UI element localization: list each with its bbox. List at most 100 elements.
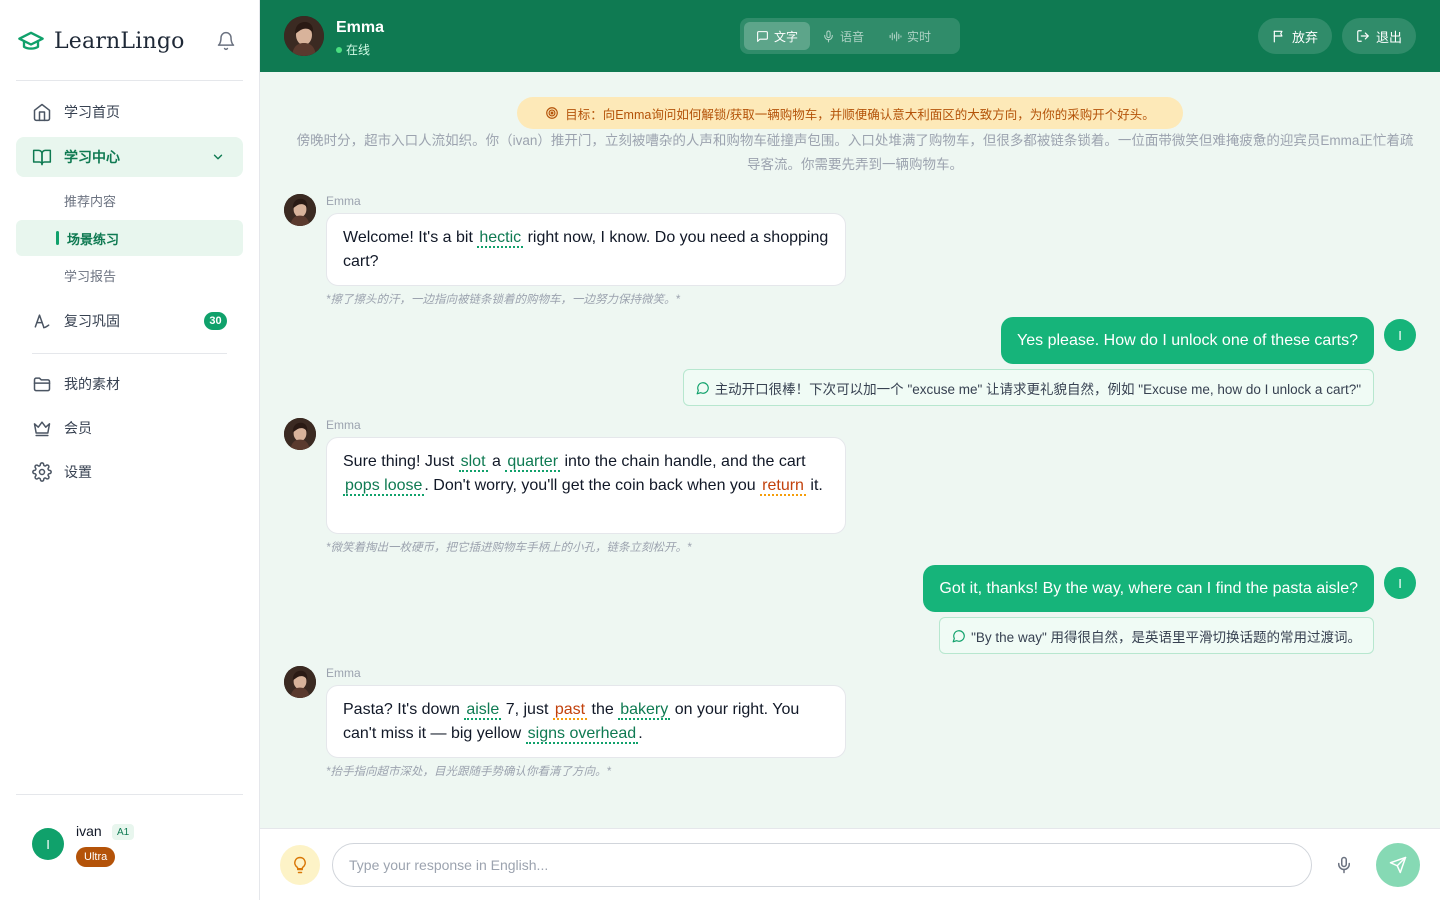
nav-recommended[interactable]: 推荐内容 <box>16 182 243 218</box>
nav-recommended-label: 推荐内容 <box>64 193 117 209</box>
composer <box>260 828 1440 900</box>
nav-review[interactable]: 复习巩固 30 <box>16 301 243 341</box>
send-button[interactable] <box>1376 843 1420 887</box>
goal-text: 目标：向Emma询问如何解锁/获取一辆购物车，并顺便确认意大利面区的大致方向，为… <box>565 107 1155 122</box>
mode-text-label: 文字 <box>774 29 799 44</box>
home-icon <box>32 102 52 122</box>
message-text: into the chain handle, and the cart <box>560 453 806 470</box>
character-name: Emma <box>336 19 385 36</box>
crown-icon <box>32 418 52 438</box>
message-text: the <box>587 701 619 718</box>
nav-materials[interactable]: 我的素材 <box>16 364 243 404</box>
vocab-word[interactable]: pops loose <box>343 477 425 496</box>
message-icon <box>757 30 768 42</box>
user-card[interactable]: I ivan A1 Ultra <box>16 794 243 900</box>
nav-report-label: 学习报告 <box>64 268 117 284</box>
nav-membership-label: 会员 <box>64 420 92 436</box>
exit-button[interactable]: 退出 <box>1342 18 1417 54</box>
audio-wave-icon <box>889 31 902 41</box>
microphone-icon[interactable] <box>1332 853 1356 877</box>
speaker-label: Emma <box>326 666 361 680</box>
mode-voice-button[interactable]: 语音 <box>810 22 876 50</box>
chat-area: 目标：向Emma询问如何解锁/获取一辆购物车，并顺便确认意大利面区的大致方向，为… <box>260 72 1440 828</box>
lightbulb-icon <box>294 856 306 874</box>
vocab-word[interactable]: aisle <box>464 701 502 720</box>
action-note: *微笑着掏出一枚硬币，把它插进购物车手柄上的小孔，链条立刻松开。* <box>326 542 692 554</box>
character-avatar <box>284 666 316 698</box>
vocab-word[interactable]: quarter <box>505 453 561 472</box>
character-avatar <box>284 194 316 226</box>
message-text: Welcome! It's a bit <box>343 229 478 246</box>
flag-icon <box>1273 30 1283 43</box>
avatar[interactable]: I <box>32 828 64 860</box>
mode-text-button[interactable]: 文字 <box>744 22 811 50</box>
nav-settings-label: 设置 <box>64 464 92 480</box>
ai-message: Welcome! It's a bit hectic right now, I … <box>326 213 846 286</box>
vocab-word[interactable]: slot <box>458 453 488 472</box>
feedback-note: "By the way" 用得很自然，是英语里平滑切换话题的常用过渡词。 <box>939 617 1374 654</box>
nav-materials-label: 我的素材 <box>64 376 120 392</box>
vocab-word[interactable]: signs overhead <box>525 725 639 744</box>
book-open-icon <box>32 147 52 167</box>
chat-header: Emma 在线 文字 语音 实时 放弃 退出 <box>260 0 1440 72</box>
status-dot <box>336 46 342 53</box>
mode-realtime-button[interactable]: 实时 <box>876 22 943 50</box>
nav-learning-center[interactable]: 学习中心 <box>16 137 243 177</box>
feedback-note: 主动开口很棒！下次可以加一个 "excuse me" 让请求更礼貌自然，例如 "… <box>682 369 1374 406</box>
sidebar: LearnLingo 学习首页 学习中心 推荐内容 场景练习 学习报告 复习巩固… <box>0 0 260 900</box>
character-avatar <box>284 418 316 450</box>
target-icon <box>546 107 559 119</box>
language-icon <box>32 311 52 331</box>
avatar: I <box>1384 567 1416 599</box>
folder-icon <box>32 374 52 394</box>
brand[interactable]: LearnLingo <box>16 24 242 58</box>
character-avatar <box>284 16 324 56</box>
message-icon <box>952 629 965 642</box>
give-up-label: 放弃 <box>1292 29 1319 45</box>
level-badge: A1 <box>112 824 135 840</box>
divider <box>32 353 227 354</box>
action-note: *擦了擦头的汗，一边指向被链条锁着的购物车，一边努力保持微笑。* <box>326 294 680 306</box>
nav-scene-practice-label: 场景练习 <box>67 231 120 247</box>
nav-settings[interactable]: 设置 <box>16 452 243 492</box>
message-icon <box>696 381 709 394</box>
hint-button[interactable] <box>280 845 320 885</box>
message-text: it. <box>805 477 823 494</box>
response-input[interactable] <box>332 843 1312 887</box>
mode-voice-label: 语音 <box>840 29 865 44</box>
user-message: Got it, thanks! By the way, where can I … <box>923 565 1374 612</box>
nav-scene-practice[interactable]: 场景练习 <box>16 220 243 256</box>
bell-icon[interactable] <box>214 29 238 53</box>
ai-message: Sure thing! Just slot a quarter into the… <box>326 437 846 534</box>
vocab-word[interactable]: hectic <box>477 229 524 248</box>
microphone-icon <box>824 30 833 42</box>
chevron-down-icon[interactable] <box>209 148 227 166</box>
avatar: I <box>1384 319 1416 351</box>
message-text: a <box>487 453 506 470</box>
user-name: ivan <box>76 823 102 839</box>
message-text: 7, just <box>501 701 553 718</box>
speaker-label: Emma <box>326 194 361 208</box>
brand-name: LearnLingo <box>54 28 185 54</box>
mode-switch: 文字 语音 实时 <box>740 18 960 54</box>
graduation-cap-icon <box>16 26 46 56</box>
message-text: . <box>638 725 643 742</box>
review-count-badge: 30 <box>204 312 227 330</box>
nav-report[interactable]: 学习报告 <box>16 257 243 293</box>
nav-home[interactable]: 学习首页 <box>16 92 243 132</box>
mode-realtime-label: 实时 <box>907 29 932 44</box>
message-text: Sure thing! Just <box>343 453 459 470</box>
ai-message: Pasta? It's down aisle 7, just past the … <box>326 685 846 758</box>
vocab-word[interactable]: past <box>552 701 588 720</box>
nav-home-label: 学习首页 <box>64 104 120 120</box>
online-status: 在线 <box>336 41 370 58</box>
give-up-button[interactable]: 放弃 <box>1258 18 1333 54</box>
action-note: *抬手指向超市深处，目光跟随手势确认你看清了方向。* <box>326 766 611 778</box>
divider <box>16 80 243 81</box>
status-label: 在线 <box>346 43 371 57</box>
plan-badge: Ultra <box>76 847 116 867</box>
user-message: Yes please. How do I unlock one of these… <box>1001 317 1374 364</box>
vocab-word[interactable]: return <box>760 477 806 496</box>
vocab-word[interactable]: bakery <box>618 701 671 720</box>
nav-membership[interactable]: 会员 <box>16 408 243 448</box>
